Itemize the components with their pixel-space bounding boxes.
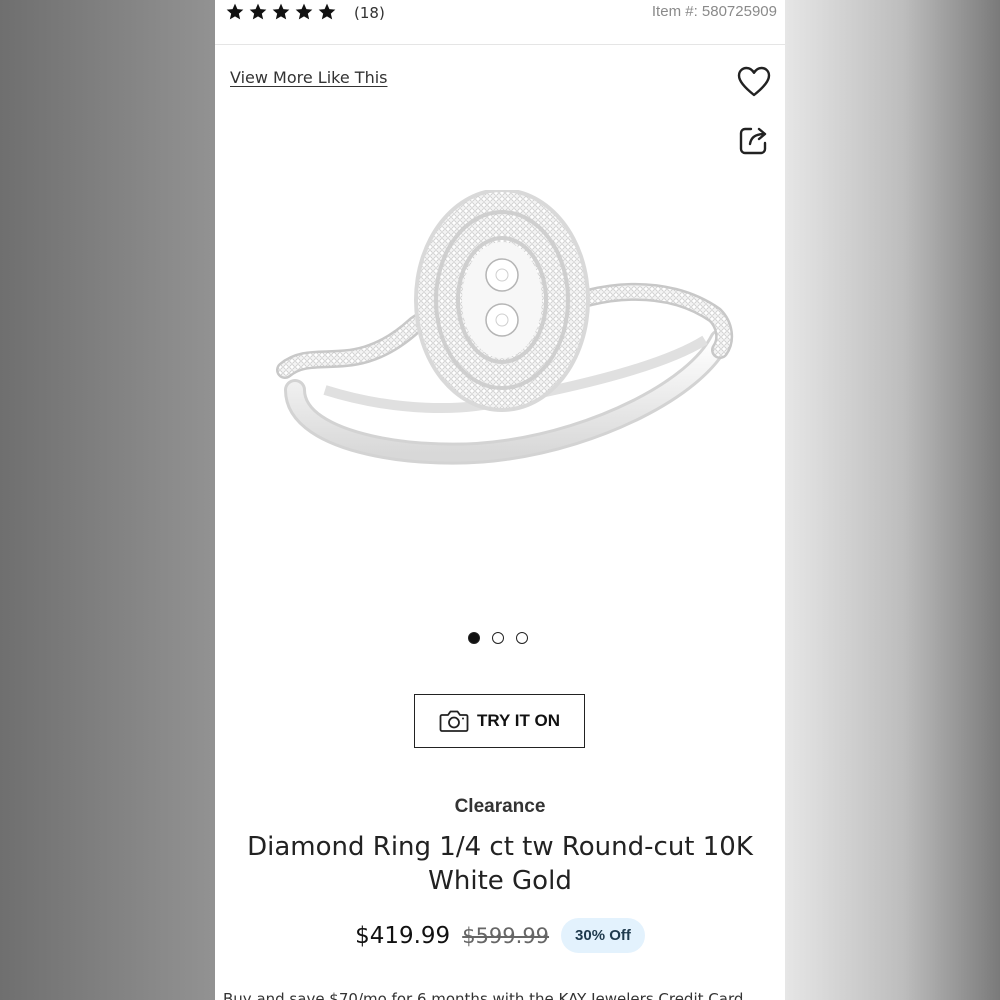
try-it-on-button[interactable]: TRY IT ON xyxy=(414,694,585,748)
rating-bar: (18) Item #: 580725909 xyxy=(215,0,785,45)
clearance-tag: Clearance xyxy=(454,796,546,817)
price-row: $419.99 $599.99 30% Off xyxy=(215,918,785,953)
star-icon xyxy=(318,3,336,20)
item-number: Item #: 580725909 xyxy=(651,3,777,20)
share-icon[interactable] xyxy=(736,122,772,158)
star-rating[interactable] xyxy=(225,2,337,22)
try-it-on-label: TRY IT ON xyxy=(476,711,561,730)
view-more-link[interactable]: View More Like This xyxy=(230,68,387,87)
star-icon xyxy=(295,3,313,20)
carousel-dot[interactable] xyxy=(516,632,528,644)
discount-badge: 30% Off xyxy=(561,918,645,953)
product-page: (18) Item #: 580725909 View More Like Th… xyxy=(215,0,785,1000)
carousel-dot[interactable] xyxy=(468,632,480,644)
heart-icon[interactable] xyxy=(736,64,772,100)
review-count[interactable]: (18) xyxy=(354,4,385,22)
carousel-dot[interactable] xyxy=(492,632,504,644)
product-title: Diamond Ring 1/4 ct tw Round-cut 10K Whi… xyxy=(247,832,753,896)
star-icon xyxy=(272,3,290,20)
star-icon xyxy=(249,3,267,20)
carousel-dots xyxy=(468,632,528,644)
product-image[interactable] xyxy=(265,190,745,510)
camera-icon xyxy=(439,710,469,732)
financing-promo[interactable]: Buy and save $70/mo for 6 months with th… xyxy=(223,990,743,1000)
right-background-blur xyxy=(785,0,1000,1000)
sale-price: $419.99 xyxy=(355,922,451,949)
original-price: $599.99 xyxy=(462,923,550,948)
star-icon xyxy=(226,3,244,20)
